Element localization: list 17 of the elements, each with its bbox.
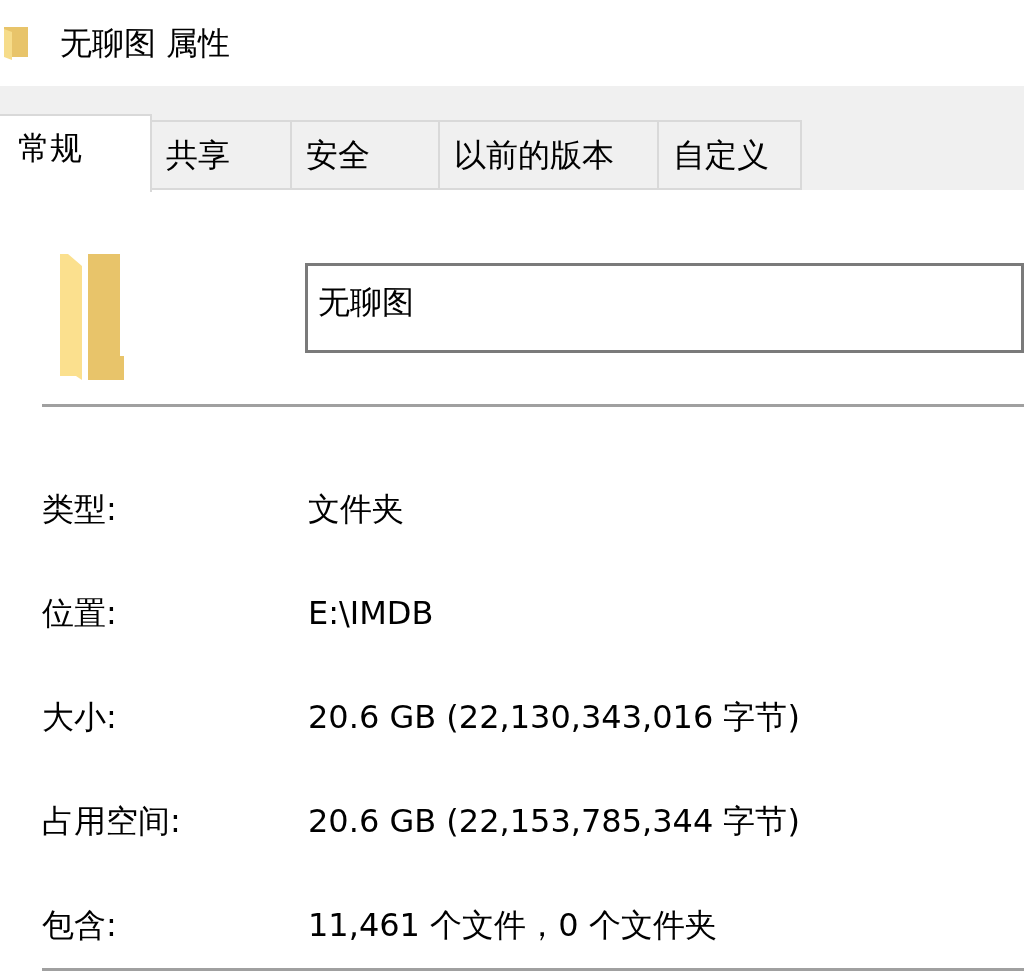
- tab[interactable]: 共享: [152, 120, 292, 190]
- tab[interactable]: 自定义: [659, 120, 802, 190]
- property-label: 大小:: [42, 697, 118, 738]
- property-value: 文件夹: [308, 489, 404, 530]
- name-field[interactable]: 无聊图: [305, 263, 1024, 353]
- property-label: 包含:: [42, 905, 118, 946]
- tab[interactable]: 安全: [292, 120, 440, 190]
- property-value: 11,461 个文件，0 个文件夹: [308, 905, 717, 946]
- property-label: 占用空间:: [42, 801, 182, 842]
- window-title: 无聊图 属性: [60, 23, 231, 64]
- property-value: 20.6 GB (22,153,785,344 字节): [308, 801, 800, 842]
- property-value: E:\IMDB: [308, 593, 434, 634]
- property-label: 位置:: [42, 593, 118, 634]
- property-value: 20.6 GB (22,130,343,016 字节): [308, 697, 800, 738]
- tab[interactable]: 以前的版本: [440, 120, 659, 190]
- property-label: 类型:: [42, 489, 118, 530]
- tab[interactable]: 常规: [0, 114, 152, 192]
